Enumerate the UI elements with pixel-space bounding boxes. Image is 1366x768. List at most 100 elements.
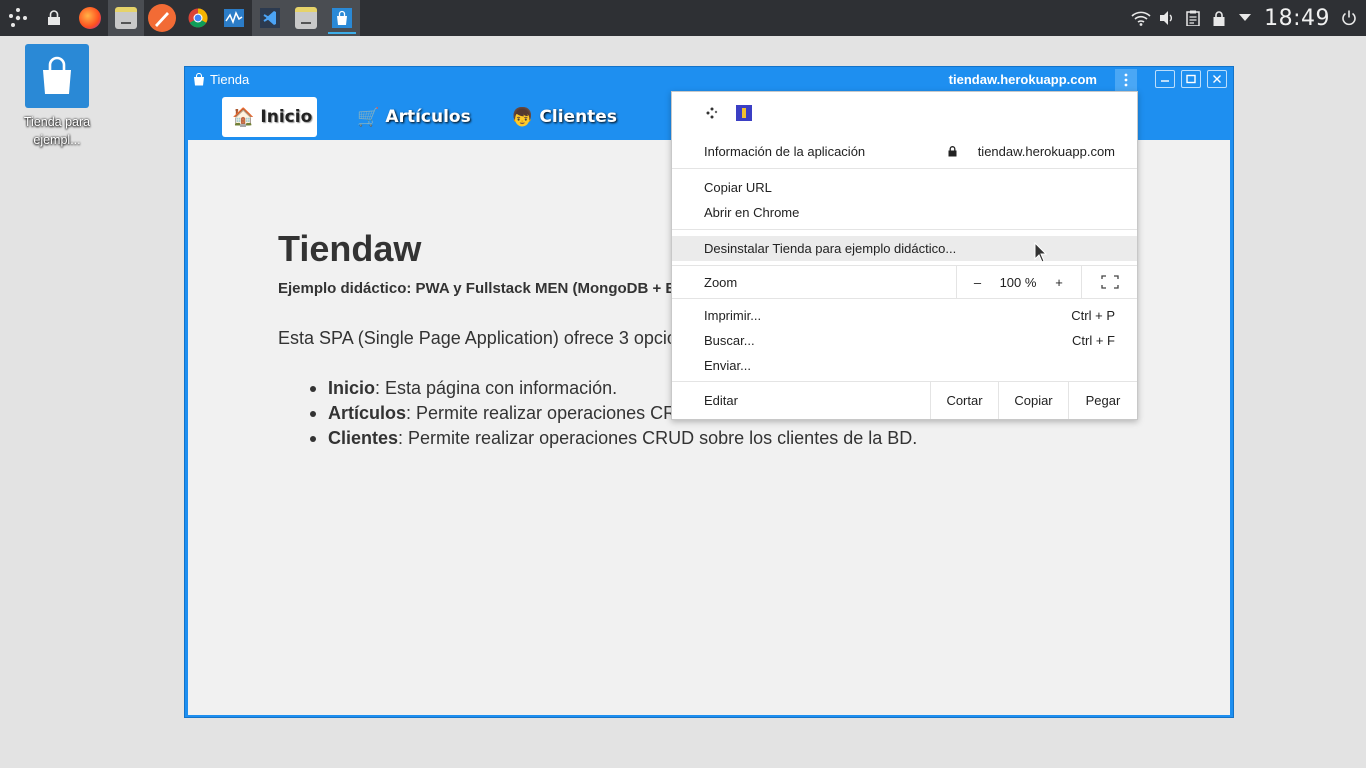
paste-label: Pegar <box>1085 393 1121 408</box>
cut-label: Cortar <box>946 393 983 408</box>
zoom-in-button[interactable]: + <box>1038 266 1080 298</box>
minimize-button[interactable] <box>1155 70 1175 88</box>
kebab-menu-icon <box>1124 73 1128 87</box>
option-text: : Permite realizar operaciones CR <box>406 403 677 423</box>
lock-screen-button[interactable] <box>36 0 72 36</box>
archive-manager-icon <box>295 7 317 29</box>
system-tray: 18:49 <box>1128 0 1366 36</box>
zoom-in-label: + <box>1055 274 1063 290</box>
menu-item-open-chrome[interactable]: Abrir en Chrome <box>672 200 1137 225</box>
zoom-value: 100 % <box>998 266 1038 298</box>
app-context-menu: Información de la aplicación tiendaw.her… <box>671 91 1138 420</box>
page-subtitle: Ejemplo didáctico: PWA y Fullstack MEN (… <box>278 280 676 297</box>
close-icon <box>1213 75 1221 83</box>
desktop-shortcut-label: Tienda para ejempl... <box>23 115 91 147</box>
option-name: Clientes <box>328 428 399 448</box>
fullscreen-icon <box>1100 275 1119 289</box>
menu-item-app-info[interactable]: Información de la aplicación tiendaw.her… <box>672 139 1137 164</box>
nav-item-label: Clientes <box>539 107 617 127</box>
mouse-cursor-icon <box>1034 242 1048 263</box>
shopping-bag-icon <box>194 73 204 86</box>
menu-item-find[interactable]: Buscar... Ctrl + F <box>672 328 1137 353</box>
cart-icon: 🛒 <box>357 106 380 128</box>
menu-item-print[interactable]: Imprimir... Ctrl + P <box>672 303 1137 328</box>
menu-item-uninstall[interactable]: Desinstalar Tienda para ejemplo didáctic… <box>672 236 1137 261</box>
shopping-bag-icon <box>332 8 352 28</box>
nav-item-clientes[interactable]: 👦 Clientes <box>501 97 627 137</box>
copy-button[interactable]: Copiar <box>998 382 1068 419</box>
shopping-bag-icon <box>25 44 89 108</box>
window-url: tiendaw.herokuapp.com <box>948 72 1097 87</box>
zoom-out-button[interactable]: – <box>956 266 998 298</box>
tray-expand-icon[interactable] <box>1232 0 1258 36</box>
option-text: : Esta página con información. <box>375 378 618 398</box>
window-titlebar[interactable]: Tienda tiendaw.herokuapp.com <box>185 67 1233 93</box>
clipboard-icon[interactable] <box>1180 0 1206 36</box>
window-title: Tienda <box>210 72 250 87</box>
tienda-app-button[interactable] <box>324 0 360 36</box>
close-button[interactable] <box>1207 70 1227 88</box>
vscode-icon <box>260 8 280 28</box>
menu-item-shortcut: Ctrl + P <box>1071 308 1115 323</box>
menu-item-send[interactable]: Enviar... <box>672 353 1137 378</box>
house-icon: 🏠 <box>232 106 255 128</box>
menu-item-label: Imprimir... <box>704 308 762 323</box>
option-text: : Permite realizar operaciones CRUD sobr… <box>398 428 918 448</box>
lock-icon[interactable] <box>1206 0 1232 36</box>
menu-separator <box>672 168 1137 169</box>
minimize-icon <box>1161 80 1169 82</box>
sketch-app-button[interactable] <box>144 0 180 36</box>
zoom-value-text: 100 % <box>999 274 1037 290</box>
maximize-button[interactable] <box>1181 70 1201 88</box>
menu-zoom-row: Zoom – 100 % + <box>672 266 1137 298</box>
cut-button[interactable]: Cortar <box>930 382 998 419</box>
lock-screen-icon <box>48 10 60 25</box>
extensions-row <box>672 100 1137 125</box>
menu-item-label: Enviar... <box>704 358 751 373</box>
menu-item-label: Buscar... <box>704 333 755 348</box>
loading-spinner-icon <box>706 107 718 118</box>
option-name: Inicio <box>328 378 376 398</box>
vscode-button[interactable] <box>252 0 288 36</box>
fullscreen-button[interactable] <box>1081 266 1137 298</box>
menu-item-label: Información de la aplicación <box>704 144 866 159</box>
nav-item-inicio[interactable]: 🏠 Inicio <box>222 97 317 137</box>
app-menu-button[interactable] <box>1115 69 1137 91</box>
nav-item-articulos[interactable]: 🛒 Artículos <box>347 97 481 137</box>
system-monitor-button[interactable] <box>216 0 252 36</box>
zoom-label: Zoom <box>704 274 738 290</box>
edit-label: Editar <box>704 393 738 408</box>
page-title: Tiendaw <box>278 228 422 269</box>
volume-icon[interactable] <box>1154 0 1180 36</box>
wifi-icon[interactable] <box>1128 0 1154 36</box>
zoom-out-label: – <box>973 274 982 290</box>
nav-item-label: Artículos <box>385 107 471 127</box>
menu-edit-row: Editar Cortar Copiar Pegar <box>672 382 1137 419</box>
copy-label: Copiar <box>1014 393 1053 408</box>
lock-icon <box>948 146 957 157</box>
option-name: Artículos <box>328 403 407 423</box>
maximize-icon <box>1186 74 1196 84</box>
menu-item-label: Desinstalar Tienda para ejemplo didáctic… <box>704 241 957 256</box>
paste-button[interactable]: Pegar <box>1068 382 1137 419</box>
archive-manager-button[interactable] <box>288 0 324 36</box>
menu-item-shortcut: Ctrl + F <box>1072 333 1115 348</box>
app-info-url: tiendaw.herokuapp.com <box>977 144 1115 159</box>
menu-item-copy-url[interactable]: Copiar URL <box>672 175 1137 200</box>
desktop-shortcut-tienda[interactable]: Tienda para ejempl... <box>14 44 100 149</box>
page-intro: Esta SPA (Single Page Application) ofrec… <box>278 328 677 348</box>
firefox-button[interactable] <box>72 0 108 36</box>
nav-item-label: Inicio <box>260 107 313 127</box>
clock[interactable]: 18:49 <box>1264 6 1330 31</box>
chrome-button[interactable] <box>180 0 216 36</box>
extension-icon[interactable] <box>736 104 752 121</box>
person-icon: 👦 <box>511 106 534 128</box>
list-item: Clientes: Permite realizar operaciones C… <box>310 426 917 451</box>
taskbar: 18:49 <box>0 0 1366 36</box>
menu-separator <box>672 229 1137 230</box>
file-manager-button[interactable] <box>108 0 144 36</box>
launcher-button[interactable] <box>0 0 36 36</box>
file-manager-icon <box>115 7 137 29</box>
power-icon[interactable] <box>1336 0 1362 36</box>
menu-item-label: Copiar URL <box>704 180 772 195</box>
